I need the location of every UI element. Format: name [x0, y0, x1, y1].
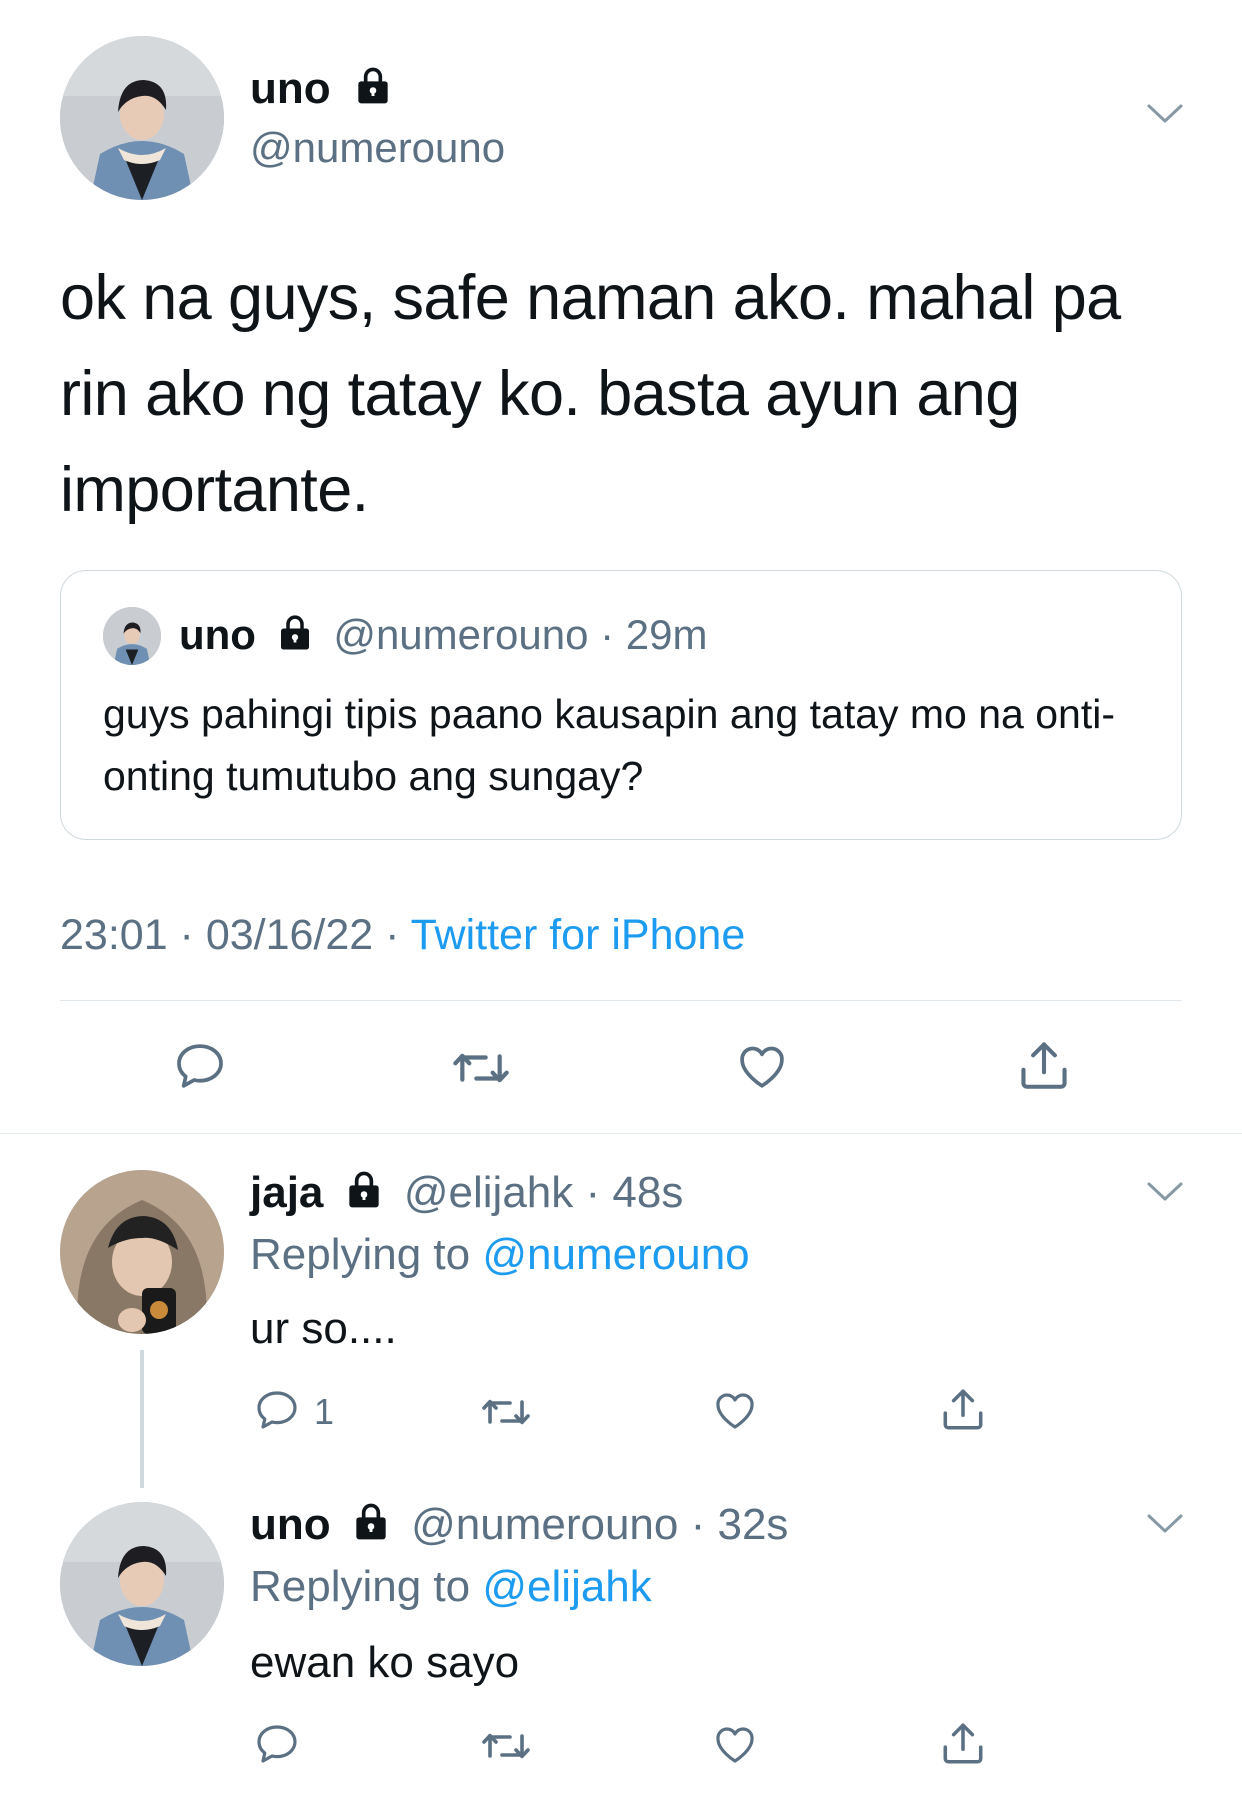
lock-icon — [349, 1499, 393, 1556]
reply1-display-name[interactable]: jaja — [250, 1168, 323, 1217]
main-handle[interactable]: @numerouno — [250, 122, 505, 174]
reply1-text: ur so.... — [250, 1304, 397, 1353]
reply-icon[interactable] — [252, 1386, 302, 1434]
source-link[interactable]: Twitter for iPhone — [411, 911, 746, 959]
retweet-icon[interactable] — [478, 1722, 534, 1770]
quoted-display-name: uno — [179, 611, 256, 658]
thread-line — [140, 1350, 144, 1488]
quoted-header: uno @numerouno · 29m — [179, 609, 707, 665]
lock-icon — [351, 63, 395, 120]
reply2-time: · 32s — [690, 1500, 789, 1549]
quoted-avatar — [103, 607, 161, 665]
share-icon[interactable] — [938, 1384, 988, 1434]
reply1-handle[interactable]: @elijahk — [404, 1168, 573, 1217]
heart-icon[interactable] — [710, 1720, 760, 1768]
share-icon[interactable] — [1014, 1036, 1074, 1094]
heart-icon[interactable] — [732, 1038, 792, 1094]
chevron-down-icon[interactable] — [1146, 1180, 1184, 1204]
quoted-time: · 29m — [600, 611, 708, 658]
lock-icon — [274, 611, 316, 665]
reply2-text: ewan ko sayo — [250, 1638, 520, 1687]
reply1-replying-to: Replying to @numerouno — [250, 1230, 750, 1279]
retweet-icon[interactable] — [448, 1040, 514, 1096]
avatar-uno[interactable] — [60, 36, 224, 200]
reply2-header: uno @numerouno · 32s — [250, 1498, 788, 1556]
heart-icon[interactable] — [710, 1386, 760, 1434]
chevron-down-icon[interactable] — [1146, 1512, 1184, 1536]
lock-icon — [342, 1167, 386, 1224]
reply2-display-name[interactable]: uno — [250, 1500, 331, 1549]
retweet-icon[interactable] — [478, 1388, 534, 1436]
avatar-uno[interactable] — [60, 1502, 224, 1666]
timestamp-line: 23:01 · 03/16/22 · Twitter for iPhone — [60, 908, 745, 962]
quoted-text: guys pahingi tipis paano kausapin ang ta… — [103, 691, 1116, 799]
chevron-down-icon[interactable] — [1146, 102, 1184, 126]
reply-count: 1 — [314, 1391, 335, 1432]
reply2-handle[interactable]: @numerouno — [411, 1500, 678, 1549]
main-tweet-text: ok na guys, safe naman ako. mahal pa rin… — [60, 263, 1121, 525]
reply-icon[interactable] — [170, 1038, 230, 1094]
main-display-name[interactable]: uno — [250, 62, 395, 120]
quoted-handle: @numerouno — [333, 611, 589, 658]
quoted-tweet-card[interactable]: uno @numerouno · 29m guys pahingi tipis … — [60, 570, 1182, 840]
share-icon[interactable] — [938, 1718, 988, 1768]
reply1-header: jaja @elijahk · 48s — [250, 1166, 683, 1224]
mention-link[interactable]: @elijahk — [482, 1562, 651, 1611]
reply-icon[interactable] — [252, 1720, 302, 1768]
reply1-time: · 48s — [585, 1168, 684, 1217]
divider — [60, 1000, 1182, 1001]
section-divider — [0, 1133, 1242, 1134]
reply2-replying-to: Replying to @elijahk — [250, 1562, 652, 1611]
avatar-jaja[interactable] — [60, 1170, 224, 1334]
mention-link[interactable]: @numerouno — [482, 1230, 749, 1279]
timestamp: 23:01 · 03/16/22 · — [60, 911, 400, 959]
